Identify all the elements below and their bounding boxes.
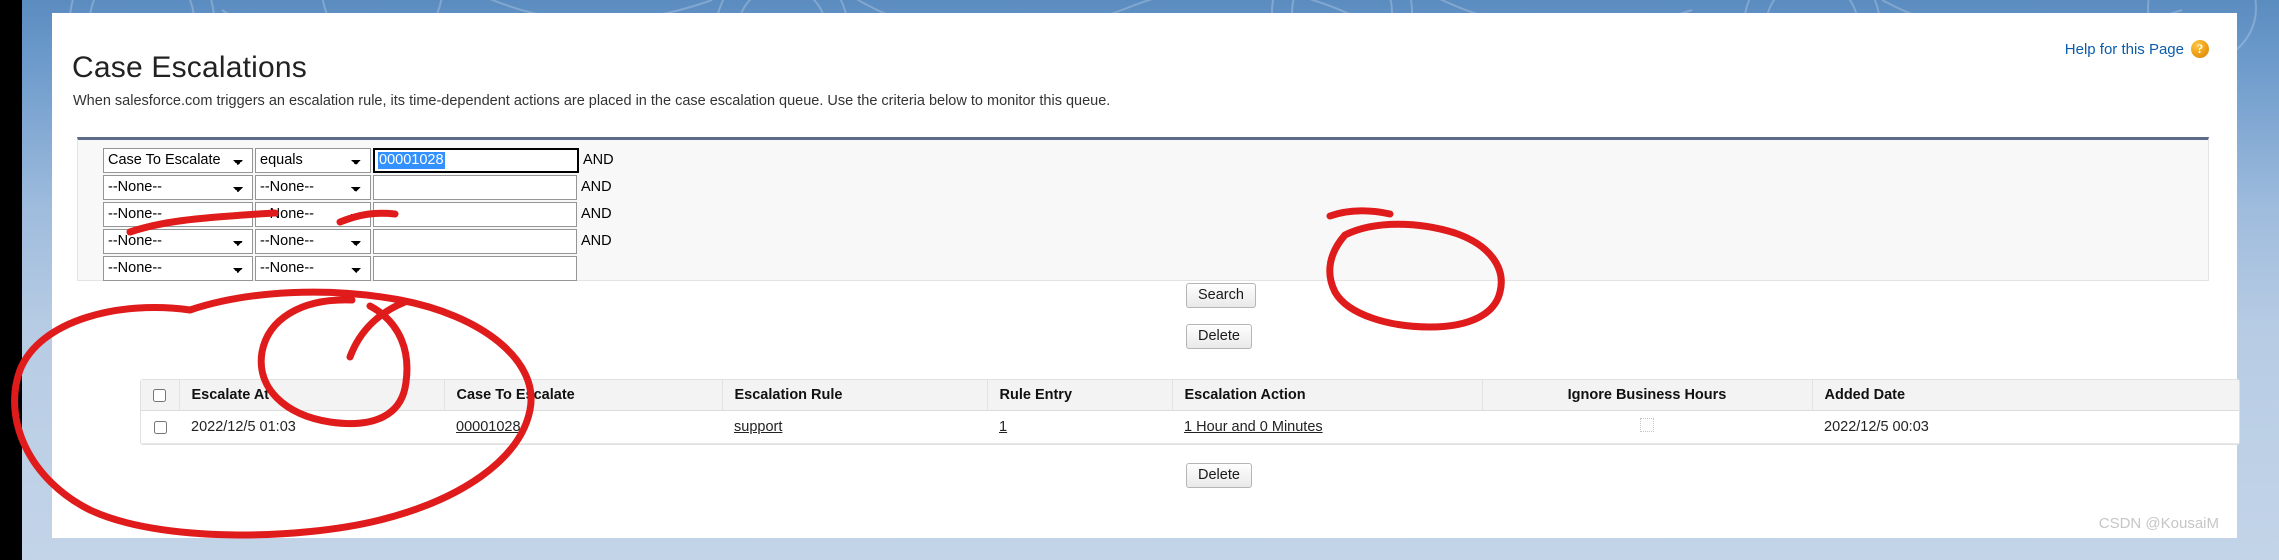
- delete-bottom-button-wrap: Delete: [1186, 463, 1252, 488]
- cell-case-to-escalate-link[interactable]: 00001028: [456, 419, 521, 435]
- search-button-wrap: Search: [1186, 283, 1256, 308]
- select-all-checkbox[interactable]: [153, 388, 167, 402]
- delete-button-bottom[interactable]: Delete: [1186, 463, 1252, 488]
- filter-operator-select-4[interactable]: --None--equalsnot equal toless thangreat…: [255, 228, 371, 254]
- cell-rule-entry-cell: 1: [987, 410, 1172, 444]
- filter-field-select-5[interactable]: --None--Case To EscalateEscalate AtEscal…: [103, 255, 253, 281]
- help-link-label: Help for this Page: [2064, 40, 2184, 58]
- filter-rows-container: --None--Case To EscalateEscalate AtEscal…: [103, 147, 614, 282]
- row-select-checkbox[interactable]: [153, 420, 167, 434]
- th-escalation-rule[interactable]: Escalation Rule: [722, 380, 988, 411]
- delete-top-button-wrap: Delete: [1186, 324, 1252, 349]
- table-body: 2022/12/5 01:03 00001028 support 1 1 Hour an…: [141, 410, 2239, 444]
- th-select-all: [141, 380, 180, 411]
- escalation-results-table: Escalate At Case To Escalate Escalation …: [141, 380, 2239, 444]
- filter-row-4: --None--Case To EscalateEscalate AtEscal…: [103, 228, 614, 254]
- help-question-icon: ?: [2191, 40, 2209, 58]
- filter-operator-select-3[interactable]: --None--equalsnot equal toless thangreat…: [255, 201, 371, 227]
- help-for-this-page-link[interactable]: Help for this Page ?: [2065, 40, 2209, 58]
- th-case-to-escalate[interactable]: Case To Escalate: [444, 380, 723, 411]
- filter-field-select-2[interactable]: --None--Case To EscalateEscalate AtEscal…: [103, 174, 253, 200]
- content-card: Case Escalations Help for this Page ? Wh…: [52, 13, 2240, 538]
- filter-operator-select-2[interactable]: --None--equalsnot equal toless thangreat…: [255, 174, 371, 200]
- screenshot-root: Case Escalations Help for this Page ? Wh…: [0, 0, 2279, 560]
- filter-value-input-1[interactable]: [373, 147, 579, 173]
- th-ignore-business-hours[interactable]: Ignore Business Hours: [1482, 380, 1813, 411]
- results-table-container: Escalate At Case To Escalate Escalation …: [140, 379, 2240, 445]
- filter-value-wrap-5: [373, 255, 577, 281]
- cell-escalation-action-cell: 1 Hour and 0 Minutes: [1172, 410, 1482, 444]
- cell-ignore-business-hours: [1482, 410, 1812, 444]
- filter-row-3: --None--Case To EscalateEscalate AtEscal…: [103, 201, 614, 227]
- filter-value-input-4[interactable]: [373, 228, 577, 254]
- filter-operator-select-1[interactable]: --None--equalsnot equal toless thangreat…: [255, 147, 371, 173]
- filter-value-wrap-2: [373, 174, 577, 200]
- search-button[interactable]: Search: [1186, 283, 1256, 308]
- filter-row-1: --None--Case To EscalateEscalate AtEscal…: [103, 147, 614, 173]
- cell-escalate-at: 2022/12/5 01:03: [179, 410, 444, 444]
- filter-value-input-3[interactable]: [373, 201, 577, 227]
- filter-row-2: --None--Case To EscalateEscalate AtEscal…: [103, 174, 614, 200]
- filter-row-5: --None--Case To EscalateEscalate AtEscal…: [103, 255, 614, 281]
- filter-operator-select-5[interactable]: --None--equalsnot equal toless thangreat…: [255, 255, 371, 281]
- th-added-date[interactable]: Added Date: [1812, 380, 2239, 411]
- page-title: Case Escalations: [72, 51, 307, 85]
- watermark-text: CSDN @KousaiM: [2098, 515, 2219, 532]
- page-description: When salesforce.com triggers an escalati…: [73, 93, 1111, 109]
- filter-value-wrap-4: [373, 228, 577, 254]
- filter-field-select-1[interactable]: --None--Case To EscalateEscalate AtEscal…: [103, 147, 253, 173]
- row-select-cell: [141, 410, 179, 444]
- filter-value-wrap-1: 00001028: [373, 147, 579, 173]
- cell-escalation-action-link[interactable]: 1 Hour and 0 Minutes: [1184, 419, 1323, 435]
- table-row: 2022/12/5 01:03 00001028 support 1 1 Hour an…: [141, 410, 2239, 444]
- th-escalate-at[interactable]: Escalate At: [179, 380, 445, 411]
- filter-and-label-1: AND: [583, 152, 614, 168]
- th-escalation-action[interactable]: Escalation Action: [1172, 380, 1483, 411]
- filter-value-wrap-3: [373, 201, 577, 227]
- ignore-business-hours-checkbox: [1640, 418, 1654, 432]
- cell-escalation-rule-cell: support: [722, 410, 987, 444]
- table-header-row: Escalate At Case To Escalate Escalation …: [141, 380, 2239, 411]
- cell-rule-entry-link[interactable]: 1: [999, 419, 1007, 435]
- cell-added-date: 2022/12/5 00:03: [1812, 410, 2239, 444]
- filter-value-input-5[interactable]: [373, 255, 577, 281]
- filter-field-select-3[interactable]: --None--Case To EscalateEscalate AtEscal…: [103, 201, 253, 227]
- filter-field-select-4[interactable]: --None--Case To EscalateEscalate AtEscal…: [103, 228, 253, 254]
- filter-and-label-3: AND: [581, 206, 612, 222]
- filter-and-label-2: AND: [581, 179, 612, 195]
- cell-escalation-rule-link[interactable]: support: [734, 419, 782, 435]
- filter-criteria-panel: --None--Case To EscalateEscalate AtEscal…: [77, 137, 2209, 281]
- delete-button-top[interactable]: Delete: [1186, 324, 1252, 349]
- th-rule-entry[interactable]: Rule Entry: [987, 380, 1173, 411]
- cell-case-to-escalate-cell: 00001028: [444, 410, 722, 444]
- filter-value-input-2[interactable]: [373, 174, 577, 200]
- filter-and-label-4: AND: [581, 233, 612, 249]
